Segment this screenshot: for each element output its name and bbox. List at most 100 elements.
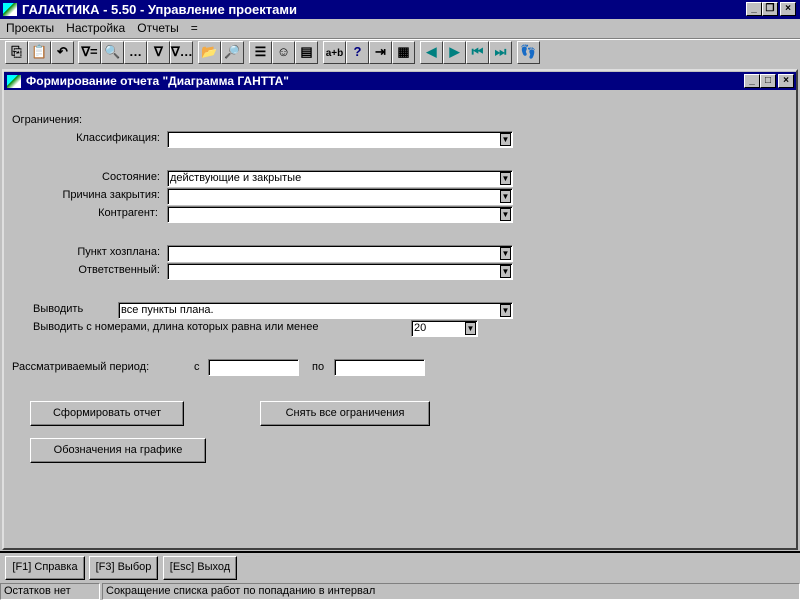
window-minimize-button[interactable]: _ bbox=[744, 74, 760, 88]
dropdown-arrow-icon[interactable]: ▼ bbox=[500, 172, 511, 185]
state-label: Состояние: bbox=[102, 171, 160, 183]
restrictions-heading: Ограничения: bbox=[12, 114, 83, 126]
filter-find-more-button[interactable]: ∇… bbox=[170, 41, 193, 64]
copy-icon: ⎘ bbox=[11, 44, 22, 59]
select-f3-button[interactable]: [F3] Выбор bbox=[89, 556, 158, 580]
clear-restrictions-button[interactable]: Снять все ограничения bbox=[260, 401, 430, 426]
dropdown-arrow-icon[interactable]: ▼ bbox=[500, 133, 511, 146]
window-close-button[interactable]: × bbox=[778, 74, 794, 88]
menu-reports[interactable]: Отчеты bbox=[137, 21, 178, 35]
help-button[interactable]: ? bbox=[346, 41, 369, 64]
list-button[interactable]: ☰ bbox=[249, 41, 272, 64]
counterparty-label: Контрагент: bbox=[98, 207, 158, 219]
period-to-input[interactable] bbox=[334, 359, 425, 376]
next-icon: ▶ bbox=[449, 44, 460, 59]
dropdown-arrow-icon[interactable]: ▼ bbox=[465, 322, 476, 335]
app-title: ГАЛАКТИКА - 5.50 - Управление проектами bbox=[22, 2, 297, 17]
undo-button[interactable]: ↶ bbox=[51, 41, 74, 64]
app-titlebar: ГАЛАКТИКА - 5.50 - Управление проектами … bbox=[0, 0, 800, 19]
number-length-value: 20 bbox=[414, 322, 427, 334]
dropdown-arrow-icon[interactable]: ▼ bbox=[500, 190, 511, 203]
close-reason-select[interactable]: ▼ bbox=[167, 188, 513, 205]
paste-button[interactable]: 📋 bbox=[28, 41, 51, 64]
number-length-select[interactable]: 20 ▼ bbox=[411, 320, 478, 337]
close-button[interactable]: × bbox=[780, 2, 796, 16]
report-icon: ▦ bbox=[397, 44, 410, 59]
filter-find-button[interactable]: ∇ bbox=[147, 41, 170, 64]
menu-projects[interactable]: Проекты bbox=[6, 21, 54, 35]
menu-extra[interactable]: = bbox=[191, 21, 198, 35]
last-icon: ⏭ bbox=[494, 44, 507, 59]
help-icon: ? bbox=[353, 44, 362, 59]
plan-item-select[interactable]: ▼ bbox=[167, 245, 513, 262]
filter-button[interactable]: ∇= bbox=[78, 41, 101, 64]
calculator-icon: a+b bbox=[325, 48, 344, 59]
last-button[interactable]: ⏭ bbox=[489, 41, 512, 64]
output-select[interactable]: все пункты плана. ▼ bbox=[118, 302, 513, 319]
footprints-button[interactable]: 👣 bbox=[517, 41, 540, 64]
open-folder-button[interactable]: 📂 bbox=[198, 41, 221, 64]
help-f1-button[interactable]: [F1] Справка bbox=[5, 556, 85, 580]
filter-find-more-icon: ∇… bbox=[171, 44, 193, 59]
find-more-icon: … bbox=[129, 44, 142, 59]
report-button[interactable]: ▦ bbox=[392, 41, 415, 64]
minimize-button[interactable]: _ bbox=[746, 2, 762, 16]
state-select[interactable]: действующие и закрытые ▼ bbox=[167, 170, 513, 187]
generate-report-button[interactable]: Сформировать отчет bbox=[30, 401, 184, 426]
number-length-label: Выводить с номерами, длина которых равна… bbox=[33, 321, 319, 333]
dropdown-arrow-icon[interactable]: ▼ bbox=[500, 247, 511, 260]
classification-label: Классификация: bbox=[76, 132, 160, 144]
dropdown-arrow-icon[interactable]: ▼ bbox=[500, 265, 511, 278]
output-label: Выводить bbox=[33, 303, 84, 315]
prev-icon: ◀ bbox=[426, 44, 437, 59]
form-button[interactable]: ▤ bbox=[295, 41, 318, 64]
classification-select[interactable]: ▼ bbox=[167, 131, 513, 148]
first-button[interactable]: ⏮ bbox=[466, 41, 489, 64]
form-icon: ▤ bbox=[300, 44, 313, 59]
undo-icon: ↶ bbox=[57, 44, 68, 59]
smiley-icon: ☺ bbox=[276, 44, 291, 59]
folder-search-icon: 🔎 bbox=[224, 44, 241, 59]
calculator-button[interactable]: a+b bbox=[323, 41, 346, 64]
period-from-label: с bbox=[194, 361, 200, 373]
exit-esc-button[interactable]: [Esc] Выход bbox=[163, 556, 237, 580]
first-icon: ⏮ bbox=[471, 44, 484, 59]
responsible-label: Ответственный: bbox=[78, 264, 160, 276]
period-label: Рассматриваемый период: bbox=[12, 361, 150, 373]
chart-legend-button[interactable]: Обозначения на графике bbox=[30, 438, 206, 463]
dropdown-arrow-icon[interactable]: ▼ bbox=[500, 208, 511, 221]
paste-icon: 📋 bbox=[31, 44, 48, 59]
find-button[interactable]: 🔍 bbox=[101, 41, 124, 64]
restore-button[interactable]: ❐ bbox=[762, 2, 778, 16]
window-title: Формирование отчета "Диаграмма ГАНТТА" bbox=[26, 74, 289, 88]
responsible-select[interactable]: ▼ bbox=[167, 263, 513, 280]
status-left: Остатков нет bbox=[0, 583, 100, 600]
plan-item-label: Пункт хозплана: bbox=[77, 246, 160, 258]
list-icon: ☰ bbox=[254, 44, 267, 59]
exit-door-icon: ⇥ bbox=[375, 44, 386, 59]
open-folder-icon: 📂 bbox=[201, 44, 218, 59]
copy-button[interactable]: ⎘ bbox=[5, 41, 28, 64]
exit-door-button[interactable]: ⇥ bbox=[369, 41, 392, 64]
report-window-titlebar: Формирование отчета "Диаграмма ГАНТТА" _… bbox=[4, 72, 796, 90]
filter-find-icon: ∇ bbox=[154, 44, 163, 59]
next-button[interactable]: ▶ bbox=[443, 41, 466, 64]
filter-icon: ∇= bbox=[81, 44, 98, 59]
toolbar-separator bbox=[0, 38, 800, 40]
app-icon bbox=[2, 2, 18, 17]
menu-settings[interactable]: Настройка bbox=[66, 21, 125, 35]
period-from-input[interactable] bbox=[208, 359, 299, 376]
period-to-label: по bbox=[312, 361, 325, 373]
find-more-button[interactable]: … bbox=[124, 41, 147, 64]
folder-search-button[interactable]: 🔎 bbox=[221, 41, 244, 64]
menu-bar: Проекты Настройка Отчеты = bbox=[0, 19, 800, 37]
find-icon: 🔍 bbox=[104, 44, 121, 59]
window-icon bbox=[6, 74, 22, 89]
smiley-button[interactable]: ☺ bbox=[272, 41, 295, 64]
window-maximize-button[interactable]: □ bbox=[760, 74, 776, 88]
counterparty-select[interactable]: ▼ bbox=[167, 206, 513, 223]
dropdown-arrow-icon[interactable]: ▼ bbox=[500, 304, 511, 317]
status-message: Сокращение списка работ по попаданию в и… bbox=[102, 583, 800, 600]
state-value: действующие и закрытые bbox=[170, 172, 302, 184]
prev-button[interactable]: ◀ bbox=[420, 41, 443, 64]
